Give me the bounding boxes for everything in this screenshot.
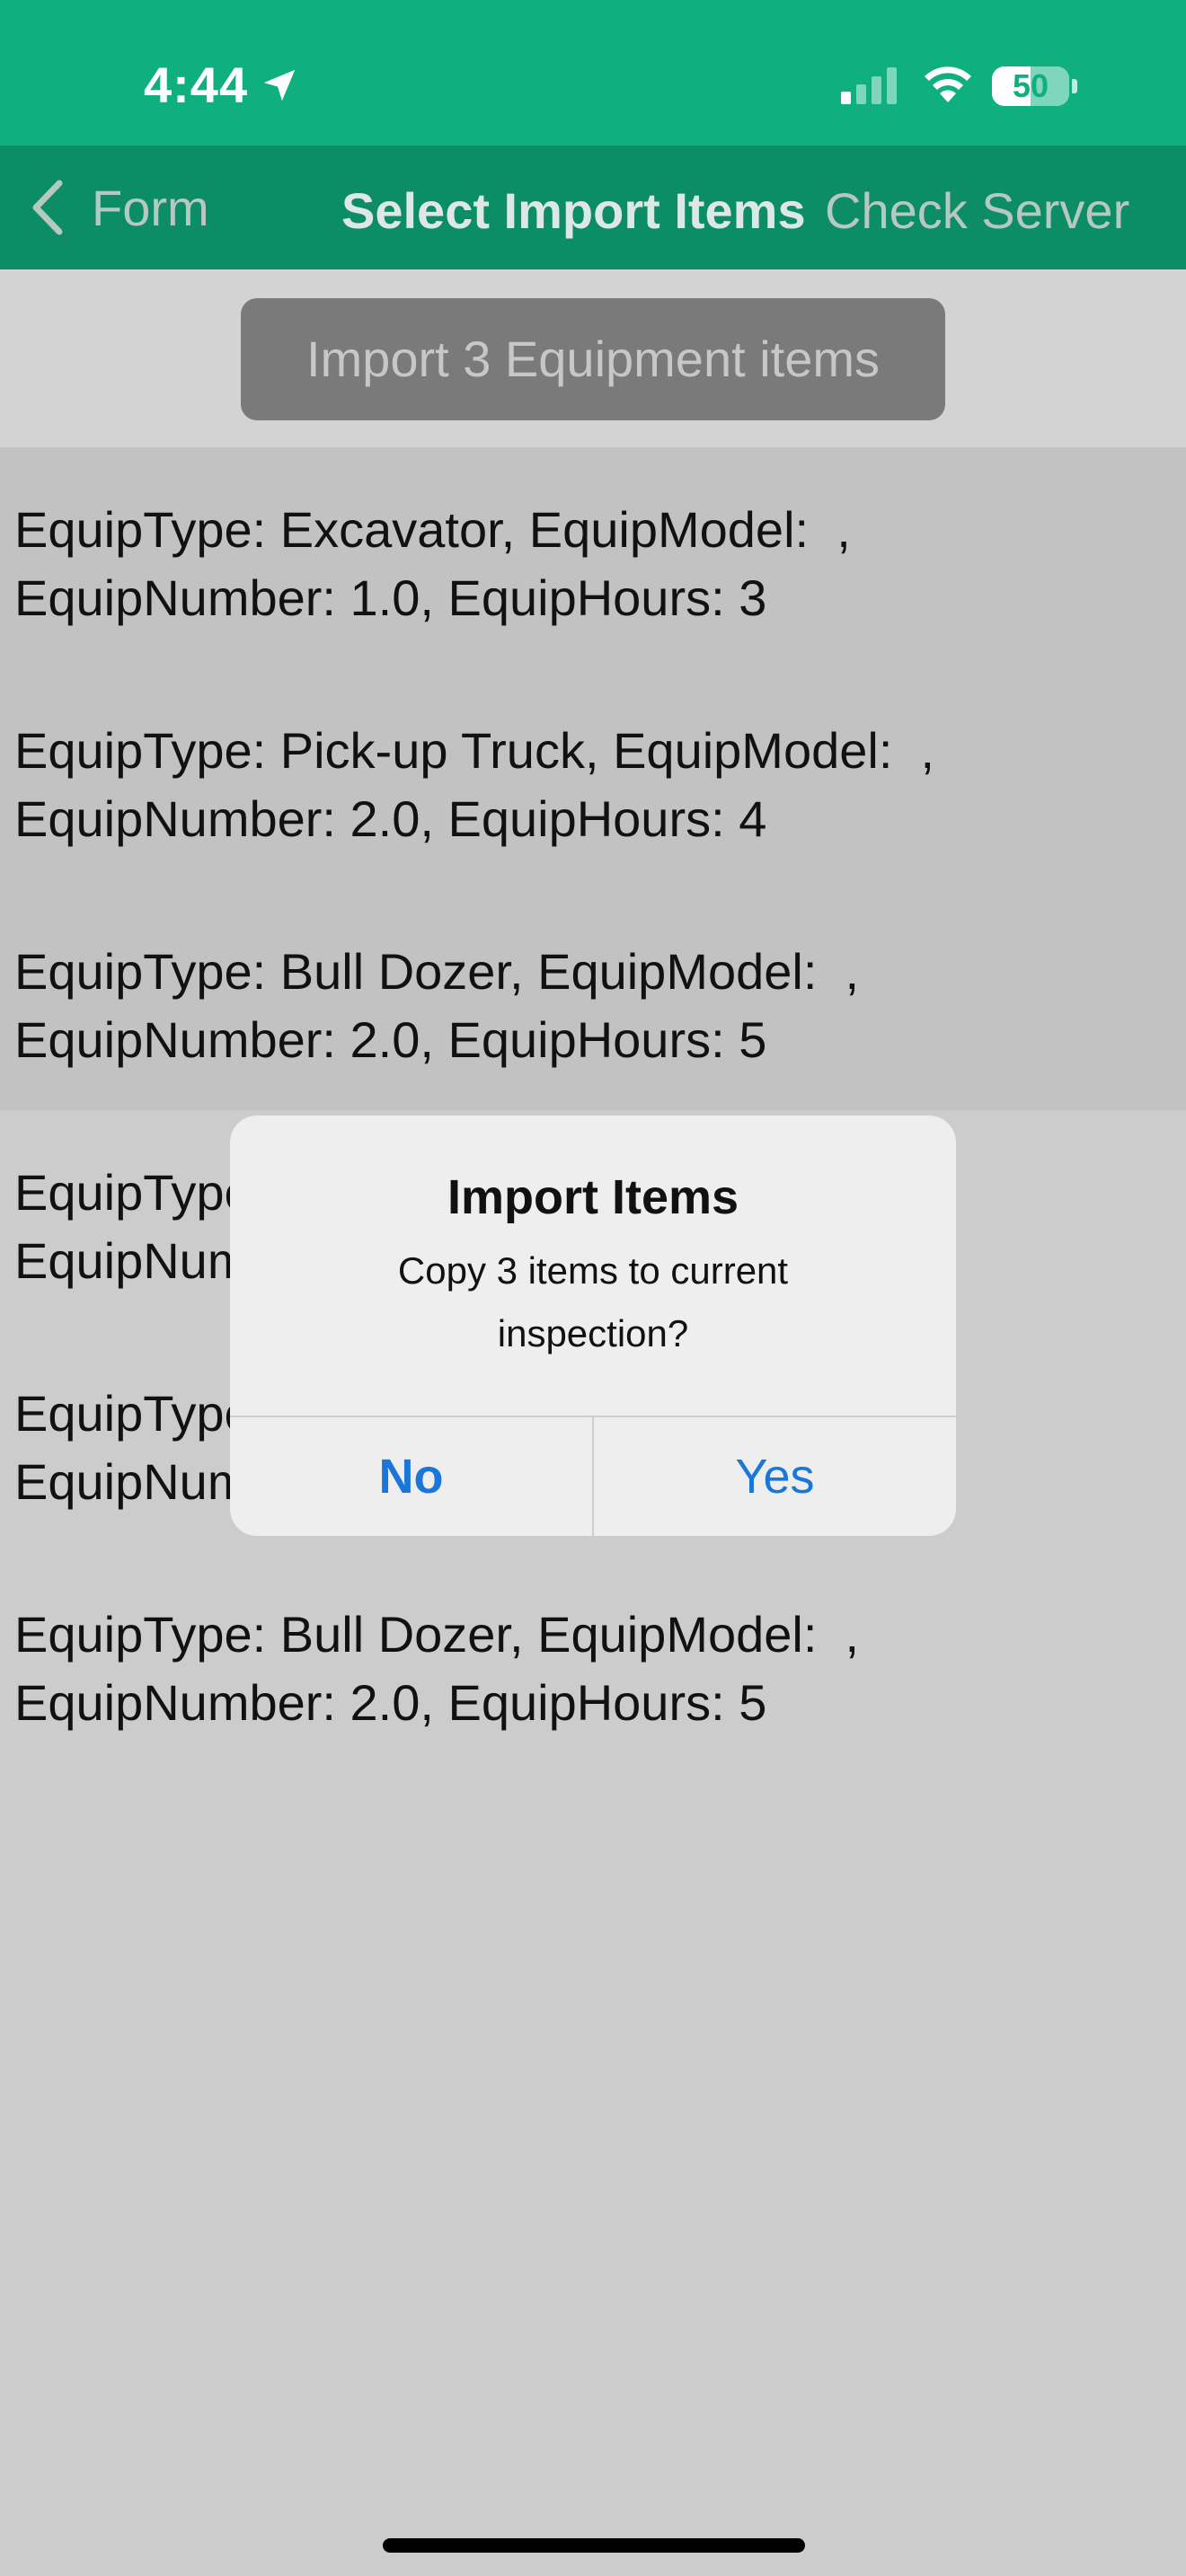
- equipment-list: EquipType: Excavator, EquipModel: , Equip…: [0, 447, 1186, 1773]
- import-toolbar: Import 3 Equipment items: [0, 269, 1186, 447]
- list-item-line2: EquipNumber: 1.0, EquipHours: 3: [14, 569, 767, 626]
- battery-level-text: 50: [1012, 67, 1049, 104]
- yes-button[interactable]: Yes: [594, 1417, 956, 1536]
- battery-cap: [1072, 79, 1077, 93]
- import-items-dialog: Import Items Copy 3 items to current ins…: [230, 1116, 956, 1536]
- list-item-line2: EquipNumber: 2.0, EquipHours: 5: [14, 1674, 767, 1731]
- list-item[interactable]: EquipType: Bull Dozer, EquipModel: , Equi…: [0, 889, 1186, 1110]
- import-equipment-button[interactable]: Import 3 Equipment items: [241, 298, 945, 420]
- list-item[interactable]: EquipType: Bull Dozer, EquipModel: , Equi…: [0, 1552, 1186, 1773]
- location-arrow-icon: [263, 69, 296, 101]
- no-button[interactable]: No: [230, 1417, 592, 1536]
- list-item[interactable]: EquipType: Excavator, EquipModel: , Equip…: [0, 447, 1186, 668]
- chevron-left-icon: [32, 180, 63, 235]
- status-bar: 4:44 50: [0, 0, 1186, 146]
- navigation-bar: Form Select Import Items Check Server: [0, 146, 1186, 269]
- list-item-line1: EquipType: Bull Dozer, EquipModel: ,: [14, 943, 860, 1000]
- list-item-line1: EquipType: Excavator, EquipModel: ,: [14, 501, 851, 558]
- dialog-title: Import Items: [447, 1170, 739, 1224]
- dialog-message: Copy 3 items to current inspection?: [397, 1249, 789, 1354]
- list-item-line1: EquipType: Pick-up Truck, EquipModel: ,: [14, 722, 935, 779]
- list-item[interactable]: EquipType: Pick-up Truck, EquipModel: , E…: [0, 668, 1186, 889]
- list-item-line2: EquipNumber: 2.0, EquipHours: 4: [14, 790, 767, 847]
- list-item-line2: EquipNumber: 2.0, EquipHours: 5: [14, 1011, 767, 1068]
- home-indicator: [383, 2538, 805, 2553]
- list-item-line1: EquipType: Bull Dozer, EquipModel: ,: [14, 1606, 860, 1663]
- page-title: Select Import Items: [341, 182, 806, 239]
- battery-icon: 50: [992, 66, 1069, 106]
- check-server-button[interactable]: Check Server: [825, 181, 1129, 240]
- cellular-signal-icon: [841, 67, 897, 104]
- status-time: 4:44: [144, 57, 249, 113]
- wifi-icon: [925, 66, 971, 102]
- back-button-label: Form: [92, 179, 209, 236]
- back-button[interactable]: Form: [27, 178, 209, 237]
